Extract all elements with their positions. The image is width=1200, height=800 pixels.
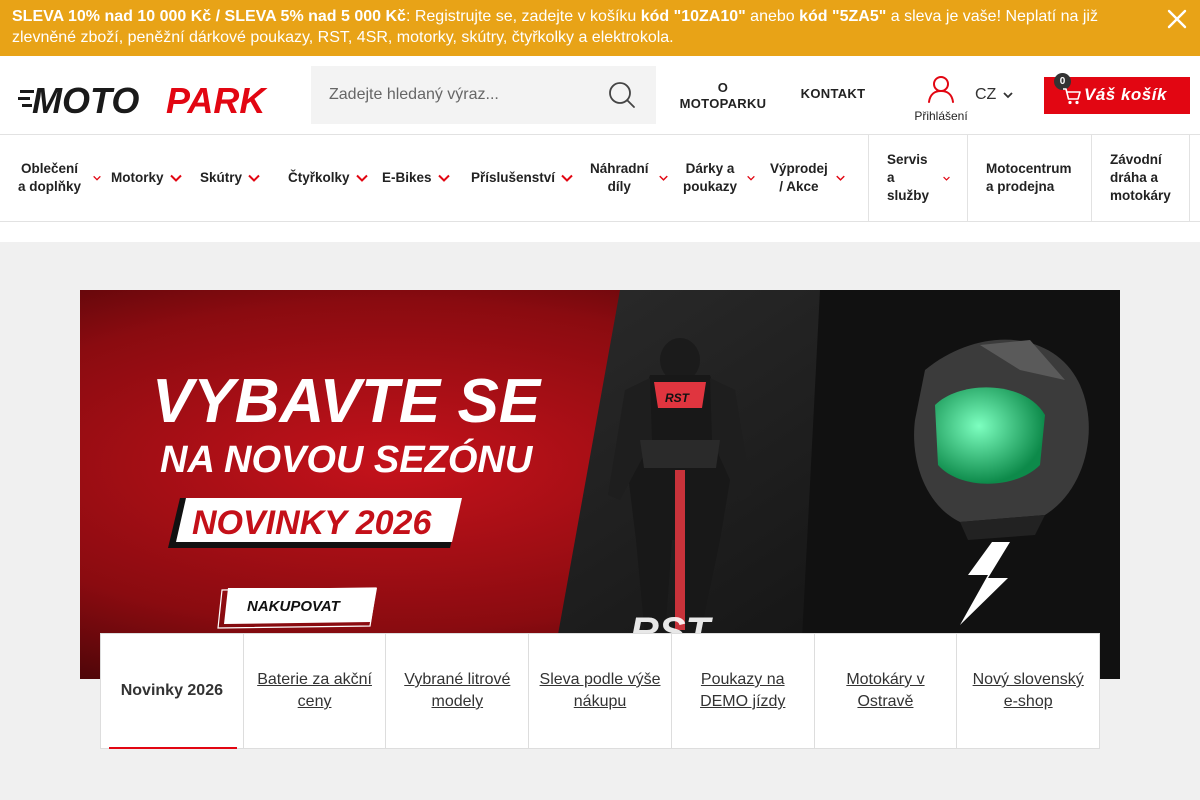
language-select[interactable]: CZ — [975, 86, 1013, 104]
contact-link[interactable]: KONTAKT — [796, 86, 870, 102]
chevron-down-icon — [747, 175, 755, 181]
tab-liter-models[interactable]: Vybrané litrové modely — [385, 634, 528, 748]
chevron-down-icon — [169, 174, 182, 182]
cart-icon — [1063, 88, 1081, 105]
language-value: CZ — [975, 86, 997, 103]
user-icon — [928, 76, 954, 103]
nav-item-sale[interactable]: Výprodej / Akce — [770, 135, 845, 221]
nav-item-scooters[interactable]: Skútry — [200, 135, 260, 221]
tab-discount[interactable]: Sleva podle výše nákupu — [528, 634, 671, 748]
nav-item-gifts[interactable]: Dárky a poukazy — [683, 135, 755, 221]
banner-headline-1: VYBAVTE SE — [152, 367, 542, 436]
search-icon[interactable] — [608, 81, 636, 109]
nav-item-motocentrum[interactable]: Motocentrum a prodejna — [967, 135, 1092, 221]
banner-headline-2: NA NOVOU SEZÓNU — [160, 437, 534, 481]
login-button[interactable]: Přihlášení — [908, 74, 974, 123]
site-header: MOTO PARK O MOTOPARKU KONTAKT Přihlášení… — [0, 56, 1200, 134]
search-box — [311, 66, 656, 124]
banner-badge: NOVINKY 2026 — [192, 504, 432, 542]
tab-demo-vouchers[interactable]: Poukazy na DEMO jízdy — [670, 634, 814, 748]
nav-item-motorcycles[interactable]: Motorky — [111, 135, 182, 221]
motopark-logo[interactable]: MOTO PARK — [18, 82, 298, 118]
nav-item-spare-parts[interactable]: Náhradní díly — [590, 135, 668, 221]
hero-banner[interactable]: VYBAVTE SE NA NOVOU SEZÓNU NOVINKY 2026 … — [80, 290, 1120, 679]
tab-batteries[interactable]: Baterie za akční ceny — [242, 634, 386, 748]
close-icon[interactable] — [1166, 8, 1188, 30]
chevron-down-icon — [658, 175, 668, 181]
chevron-down-icon — [93, 175, 101, 181]
chevron-down-icon — [943, 176, 950, 181]
cart-label: Váš košík — [1084, 85, 1167, 104]
chevron-down-icon — [561, 174, 573, 182]
chevron-down-icon — [248, 174, 260, 182]
nav-item-ebikes[interactable]: E-Bikes — [382, 135, 450, 221]
tab-label: Novinky 2026 — [120, 682, 223, 699]
promo-tabs: Novinky 2026 Baterie za akční ceny Vybra… — [100, 633, 1100, 749]
tab-label: Vybrané litrové modely — [404, 671, 511, 710]
chevron-down-icon — [835, 175, 845, 181]
tab-karts-ostrava[interactable]: Motokáry v Ostravě — [813, 634, 957, 748]
about-link-line1: O — [717, 80, 729, 95]
tab-label: Baterie za akční ceny — [257, 671, 372, 710]
chevron-down-icon — [437, 174, 450, 182]
nav-item-atvs[interactable]: Čtyřkolky — [288, 135, 368, 221]
tab-label: Sleva podle výše nákupu — [539, 671, 661, 710]
about-link[interactable]: O MOTOPARKU — [672, 80, 774, 112]
cart-button[interactable]: 0 Váš košík — [1044, 73, 1190, 114]
nav-substrip — [0, 222, 1200, 242]
nav-item-clothing[interactable]: Oblečení a doplňky — [18, 135, 101, 221]
chevron-down-icon — [1003, 92, 1013, 99]
hero-banner-graphic: VYBAVTE SE NA NOVOU SEZÓNU NOVINKY 2026 … — [80, 290, 1120, 679]
suit-brand-label: RST — [665, 391, 691, 405]
promo-text: SLEVA 10% nad 10 000 Kč / SLEVA 5% nad 5… — [12, 8, 1098, 46]
main-navigation: Oblečení a doplňky Motorky Skútry Čtyřkol… — [0, 134, 1200, 222]
about-link-line2: MOTOPARKU — [679, 96, 767, 111]
login-label: Přihlášení — [914, 109, 968, 123]
promo-bar: SLEVA 10% nad 10 000 Kč / SLEVA 5% nad 5… — [0, 0, 1200, 56]
tab-slovak-eshop[interactable]: Nový slovenský e-shop — [956, 634, 1099, 748]
active-tab-indicator — [109, 747, 237, 749]
tab-label: Nový slovenský e-shop — [972, 671, 1084, 710]
banner-cta[interactable]: NAKUPOVAT — [247, 598, 342, 615]
tab-novinky[interactable]: Novinky 2026 — [101, 634, 243, 749]
svg-text:PARK: PARK — [166, 82, 268, 118]
chevron-down-icon — [355, 174, 368, 182]
search-input[interactable] — [311, 66, 601, 124]
nav-item-race-track[interactable]: Závodní dráha a motokáry — [1091, 135, 1190, 221]
nav-item-service[interactable]: Servis a služby — [868, 135, 968, 221]
svg-text:MOTO: MOTO — [32, 82, 139, 118]
tab-label: Poukazy na DEMO jízdy — [700, 671, 786, 710]
tab-label: Motokáry v Ostravě — [846, 671, 925, 710]
nav-item-accessories[interactable]: Příslušenství — [471, 135, 573, 221]
